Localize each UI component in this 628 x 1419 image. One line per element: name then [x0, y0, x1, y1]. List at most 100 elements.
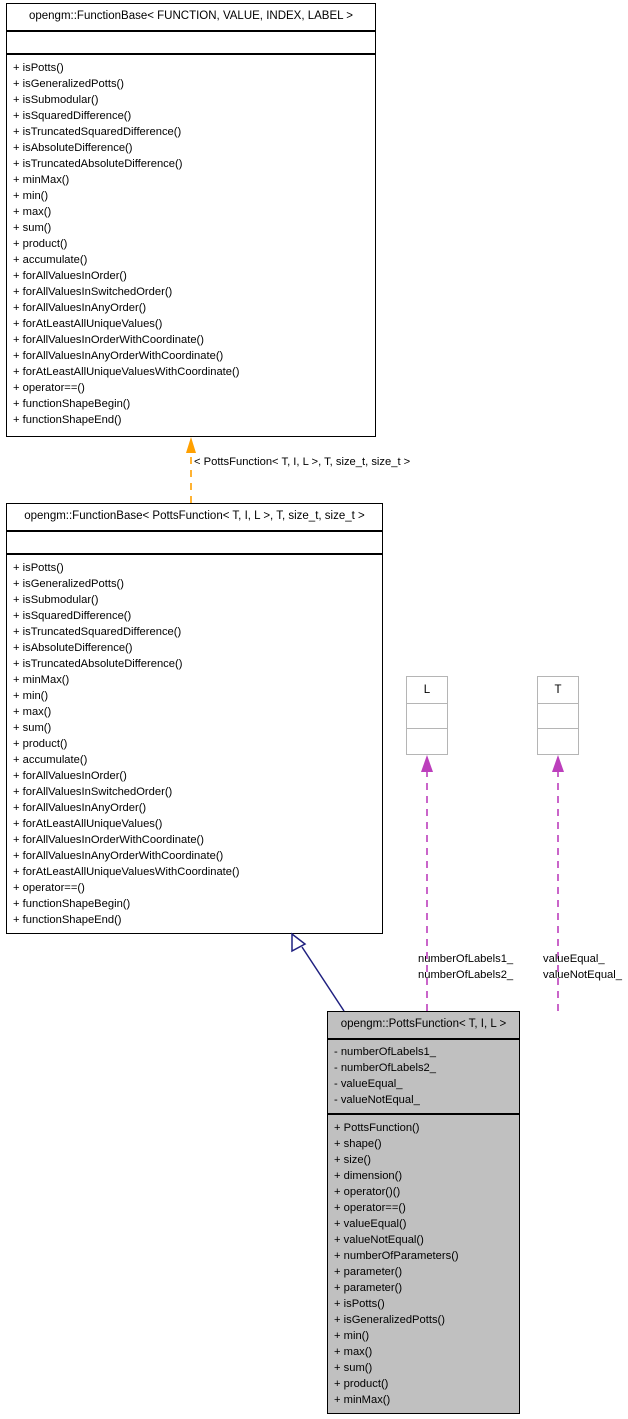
operation-row: + product() [13, 238, 68, 250]
attribute-row: - valueNotEqual_ [334, 1094, 420, 1106]
generalization-navy-line [301, 946, 345, 1012]
edge-label-numberoflabels-line1: numberOfLabels1_ [418, 953, 514, 965]
operation-row: + sum() [334, 1362, 373, 1374]
operation-row: + forAllValuesInSwitchedOrder() [13, 286, 173, 298]
generalization-arrow-orange [186, 437, 196, 503]
operation-row: + forAllValuesInAnyOrderWithCoordinate() [13, 350, 224, 362]
class-operations-function-base-potts: + isPotts() + isGeneralizedPotts() + isS… [7, 555, 382, 934]
class-attributes-function-base-potts [7, 532, 382, 555]
edge-label-values-line2: valueNotEqual_ [543, 969, 622, 981]
edge-label-values-line1: valueEqual_ [543, 953, 605, 965]
operation-row: + operator()() [334, 1186, 401, 1198]
class-attributes-function-base-generic [7, 32, 375, 55]
template-param-label-L: L [407, 677, 447, 704]
operation-row: + forAllValuesInAnyOrderWithCoordinate() [13, 850, 224, 862]
operation-row: + isGeneralizedPotts() [13, 578, 124, 590]
operation-row: + parameter() [334, 1266, 403, 1278]
edge-label-numberoflabels-line2: numberOfLabels2_ [418, 969, 514, 981]
operation-row: + shape() [334, 1138, 382, 1150]
operation-row: + operator==() [13, 882, 85, 894]
class-box-function-base-potts[interactable]: opengm::FunctionBase< PottsFunction< T, … [6, 503, 383, 934]
operation-row: + isTruncatedAbsoluteDifference() [13, 158, 183, 170]
operation-row: + functionShapeBegin() [13, 398, 131, 410]
operation-row: + sum() [13, 722, 52, 734]
operation-row: + operator==() [334, 1202, 406, 1214]
operation-row: + accumulate() [13, 254, 88, 266]
generalization-arrow-navy [291, 932, 345, 1012]
operation-row: + operator==() [13, 382, 85, 394]
operation-row: + functionShapeEnd() [13, 414, 122, 426]
generalization-orange-arrowhead [186, 437, 196, 453]
template-param-bottom-compartment-L [407, 729, 447, 754]
template-binding-T-arrowhead [552, 755, 564, 772]
operation-row: + forAllValuesInOrderWithCoordinate() [13, 334, 204, 346]
operation-row: + forAllValuesInAnyOrder() [13, 802, 147, 814]
operation-row: + isTruncatedSquaredDifference() [13, 626, 182, 638]
operation-row: + isSquaredDifference() [13, 610, 132, 622]
operation-row: + isSquaredDifference() [13, 110, 132, 122]
operation-row: + forAtLeastAllUniqueValuesWithCoordinat… [13, 366, 240, 378]
class-title-function-base-generic: opengm::FunctionBase< FUNCTION, VALUE, I… [7, 4, 375, 32]
operation-row: + isAbsoluteDifference() [13, 642, 133, 654]
class-operations-potts-function: + PottsFunction() + shape() + size() + d… [328, 1115, 519, 1414]
operation-row: + forAtLeastAllUniqueValuesWithCoordinat… [13, 866, 240, 878]
operation-row: + forAllValuesInAnyOrder() [13, 302, 147, 314]
attribute-row: - numberOfLabels2_ [334, 1062, 436, 1074]
template-binding-L-arrowhead [421, 755, 433, 772]
operation-row: + PottsFunction() [334, 1122, 420, 1134]
operation-row: + forAllValuesInSwitchedOrder() [13, 786, 173, 798]
operation-row: + valueEqual() [334, 1218, 407, 1230]
operation-row: + forAtLeastAllUniqueValues() [13, 318, 163, 330]
template-param-middle-compartment-L [407, 704, 447, 729]
operation-row: + isSubmodular() [13, 594, 99, 606]
operation-row: + isGeneralizedPotts() [13, 78, 124, 90]
operation-row: + forAllValuesInOrder() [13, 270, 127, 282]
operation-row: + product() [13, 738, 68, 750]
operation-row: + min() [13, 190, 49, 202]
operation-row: + max() [334, 1346, 373, 1358]
operation-row: + forAllValuesInOrderWithCoordinate() [13, 834, 204, 846]
operation-row: + isAbsoluteDifference() [13, 142, 133, 154]
class-title-function-base-potts: opengm::FunctionBase< PottsFunction< T, … [7, 504, 382, 532]
operation-row: + accumulate() [13, 754, 88, 766]
uml-class-diagram: opengm::FunctionBase< FUNCTION, VALUE, I… [0, 0, 628, 1419]
template-param-bottom-compartment-T [538, 729, 578, 754]
operation-row: + forAtLeastAllUniqueValues() [13, 818, 163, 830]
template-param-middle-compartment-T [538, 704, 578, 729]
attribute-row: - numberOfLabels1_ [334, 1046, 436, 1058]
operation-row: + dimension() [334, 1170, 403, 1182]
operation-row: + size() [334, 1154, 371, 1166]
operation-row: + functionShapeBegin() [13, 898, 131, 910]
operation-row: + isSubmodular() [13, 94, 99, 106]
class-box-potts-function[interactable]: opengm::PottsFunction< T, I, L > - numbe… [327, 1011, 520, 1414]
operation-row: + valueNotEqual() [334, 1234, 424, 1246]
operation-row: + min() [334, 1330, 370, 1342]
class-attributes-potts-function: - numberOfLabels1_ - numberOfLabels2_ - … [328, 1040, 519, 1115]
generalization-navy-arrowhead [291, 932, 307, 953]
edge-label-values-binding: valueEqual_ valueNotEqual_ [543, 951, 622, 983]
operation-row: + isGeneralizedPotts() [334, 1314, 445, 1326]
operation-row: + product() [334, 1378, 389, 1390]
operation-row: + minMax() [13, 674, 70, 686]
class-box-function-base-generic[interactable]: opengm::FunctionBase< FUNCTION, VALUE, I… [6, 3, 376, 437]
operation-row: + max() [13, 206, 52, 218]
template-param-box-L[interactable]: L [406, 676, 448, 755]
class-title-potts-function: opengm::PottsFunction< T, I, L > [328, 1012, 519, 1040]
operation-row: + max() [13, 706, 52, 718]
template-param-box-T[interactable]: T [537, 676, 579, 755]
operation-row: + forAllValuesInOrder() [13, 770, 127, 782]
operation-row: + functionShapeEnd() [13, 914, 122, 926]
operation-row: + isTruncatedSquaredDifference() [13, 126, 182, 138]
operation-row: + isPotts() [13, 562, 64, 574]
operation-row: + numberOfParameters() [334, 1250, 459, 1262]
operation-row: + minMax() [13, 174, 70, 186]
operation-row: + parameter() [334, 1282, 403, 1294]
operation-row: + minMax() [334, 1394, 391, 1406]
operation-row: + isPotts() [13, 62, 64, 74]
operation-row: + isTruncatedAbsoluteDifference() [13, 658, 183, 670]
operation-row: + min() [13, 690, 49, 702]
operation-row: + sum() [13, 222, 52, 234]
edge-label-numberoflabels-binding: numberOfLabels1_ numberOfLabels2_ [418, 951, 513, 983]
template-param-label-T: T [538, 677, 578, 704]
edge-label-generic-binding: < PottsFunction< T, I, L >, T, size_t, s… [194, 456, 411, 468]
